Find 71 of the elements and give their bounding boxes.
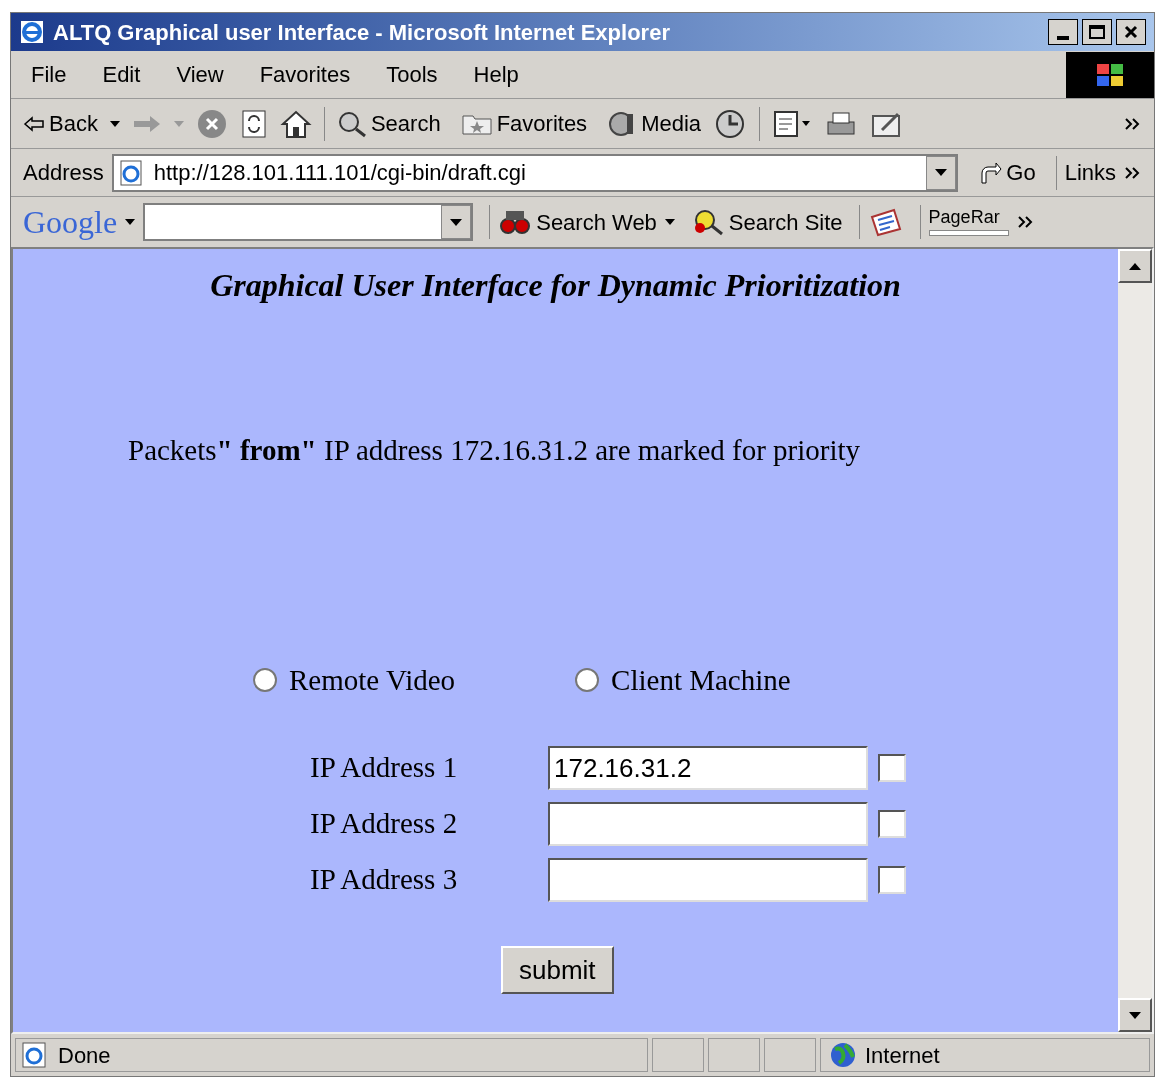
ip-address-label: IP Address 3 [310, 862, 459, 898]
status-pane [764, 1038, 816, 1072]
chevron-icon[interactable] [1124, 165, 1142, 180]
go-arrow-icon [978, 160, 1003, 185]
address-field[interactable]: http://128.101.111.101/cgi-bin/draft.cgi [111, 153, 959, 192]
back-button[interactable]: Back [23, 107, 98, 140]
menu-item[interactable]: File [31, 58, 67, 91]
scroll-down-button[interactable] [1118, 998, 1152, 1032]
pagerank-label: PageRar [928, 208, 1001, 226]
dropdown-icon[interactable] [125, 219, 136, 225]
ip-address-field[interactable]: 172.16.31.2 [548, 746, 868, 790]
menu-item[interactable]: Tools [386, 58, 438, 91]
vertical-scrollbar[interactable] [1118, 249, 1152, 1032]
search-button[interactable]: Search [336, 107, 441, 140]
chevron-icon[interactable] [1124, 116, 1142, 131]
chevron-icon[interactable] [1016, 215, 1035, 229]
windows-flag-icon [1095, 61, 1125, 88]
up-arrow-icon [1129, 262, 1141, 270]
back-arrow-icon [23, 115, 45, 132]
ip-address-label: IP Address 1 [310, 750, 459, 786]
ip-address-label: IP Address 2 [310, 806, 459, 842]
radio-button[interactable] [575, 668, 600, 693]
minimize-icon [1057, 36, 1069, 40]
maximize-button[interactable] [1082, 19, 1112, 45]
refresh-icon[interactable] [239, 108, 268, 139]
home-icon[interactable] [279, 108, 312, 139]
menu-item[interactable]: Favorites [259, 58, 351, 91]
dropdown-button[interactable] [441, 205, 472, 239]
menu-item[interactable]: View [176, 58, 224, 91]
dropdown-icon [935, 169, 948, 176]
search-web-button[interactable]: Search Web [498, 205, 657, 239]
search-site-button[interactable]: Search Site [690, 205, 843, 239]
close-icon [1124, 25, 1138, 39]
down-arrow-icon [1129, 1011, 1141, 1019]
go-button[interactable]: Go [966, 156, 1048, 189]
globe-icon [829, 1041, 857, 1069]
radio-button[interactable] [253, 668, 277, 693]
dropdown-icon[interactable] [109, 120, 120, 127]
page-heading: Graphical User Interface for Dynamic Prioritization [209, 266, 902, 305]
dropdown-button[interactable] [926, 155, 957, 190]
search-icon [336, 109, 367, 138]
close-button[interactable] [1116, 19, 1146, 45]
radio-label: Remote Video [289, 662, 456, 698]
ip-address-field[interactable] [548, 802, 868, 846]
media-button[interactable]: Media [607, 107, 702, 140]
ip-address-field[interactable] [548, 858, 868, 902]
status-pane [652, 1038, 704, 1072]
binoculars-icon [498, 208, 533, 236]
menu-item[interactable]: Edit [102, 58, 141, 91]
submit-button[interactable]: submit [501, 946, 614, 994]
favorites-button[interactable]: Favorites [460, 107, 588, 140]
stop-icon[interactable] [195, 107, 228, 140]
checkbox[interactable] [878, 754, 906, 782]
dropdown-icon[interactable] [664, 219, 675, 225]
menu-item[interactable]: Help [473, 58, 519, 91]
browser-icon [19, 19, 45, 45]
checkbox[interactable] [878, 866, 906, 894]
maximize-icon [1089, 25, 1105, 39]
address-label: Address [23, 159, 104, 187]
window-title: ALTQ Graphical user Interface - Microsoft Internet Explorer [53, 18, 671, 47]
google-search-field[interactable] [143, 203, 474, 241]
status-text: Done [58, 1041, 111, 1070]
checkbox[interactable] [878, 810, 906, 838]
priority-message: Packets" from" IP address 172.16.31.2 are marked for priority [128, 433, 862, 468]
minimize-button[interactable] [1048, 19, 1078, 45]
links-button[interactable]: Links [1064, 156, 1116, 189]
security-zone-label: Internet [865, 1041, 940, 1070]
status-pane [708, 1038, 760, 1072]
scroll-up-button[interactable] [1118, 249, 1152, 283]
radio-label: Client Machine [611, 662, 791, 698]
dropdown-icon [450, 218, 463, 226]
